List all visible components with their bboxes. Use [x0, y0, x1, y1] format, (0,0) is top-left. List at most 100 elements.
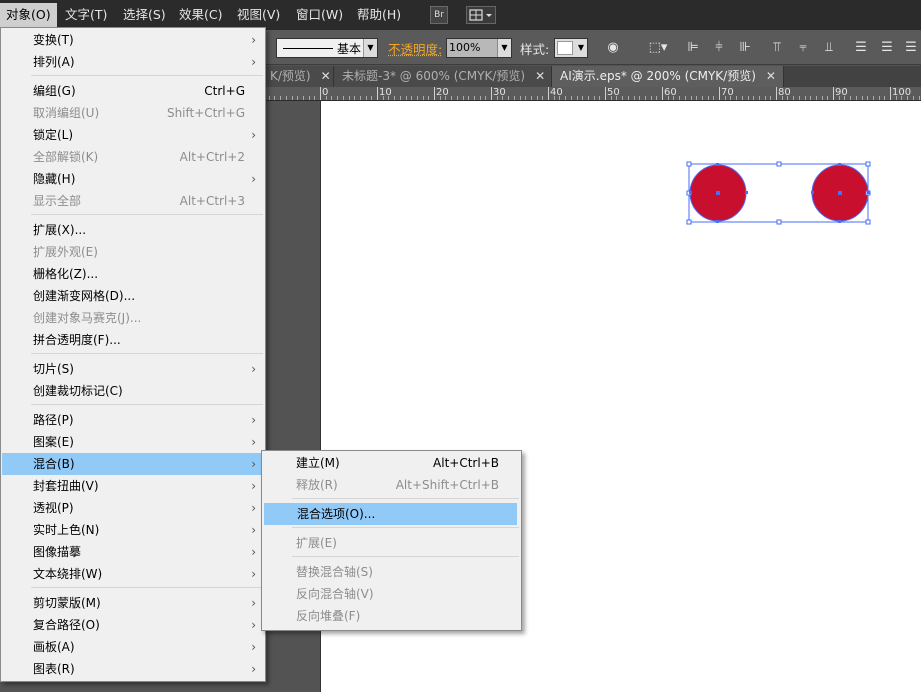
bridge-button[interactable]: Br [430, 6, 448, 24]
object-menu-item[interactable]: 拼合透明度(F)... [2, 329, 264, 351]
ruler-label: 0 [322, 87, 329, 98]
object-menu-item[interactable]: 排列(A) › [2, 51, 264, 73]
blend-menu-item[interactable]: 释放(R) Alt+Shift+Ctrl+B [263, 474, 520, 496]
menu-separator [31, 75, 263, 76]
object-menu-item[interactable]: 隐藏(H) › [2, 168, 264, 190]
chevron-right-icon: › [251, 501, 256, 515]
menu-item-label: 扩展(X)... [33, 223, 87, 237]
menu-separator [31, 214, 263, 215]
stroke-profile-dropdown[interactable]: 基本 ▼ [276, 38, 378, 58]
object-menu-item[interactable]: 透视(P) › [2, 497, 264, 519]
menu-window[interactable]: 窗口(W) [290, 3, 349, 27]
blend-menu-item[interactable]: 建立(M) Alt+Ctrl+B [263, 452, 520, 474]
object-menu-item[interactable]: 混合(B) › [2, 453, 264, 475]
menu-item-label: 释放(R) [296, 478, 338, 492]
opacity-label[interactable]: 不透明度: [388, 39, 442, 58]
object-menu-item[interactable]: 创建渐变网格(D)... [2, 285, 264, 307]
menu-item-label: 创建渐变网格(D)... [33, 289, 136, 303]
style-dropdown[interactable]: ▼ [554, 38, 588, 58]
ruler-major-tick [833, 87, 834, 100]
menu-item-label: 图案(E) [33, 435, 74, 449]
align-to-selection-icon[interactable]: ⬚▾ [644, 39, 672, 57]
align-top-icon[interactable]: ⫪ [768, 39, 786, 57]
chevron-right-icon: › [251, 457, 256, 471]
tab-document-active[interactable]: AI演示.eps* @ 200% (CMYK/预览) ✕ [552, 66, 784, 87]
object-menu-item[interactable]: 剪切蒙版(M) › [2, 592, 264, 614]
menu-view[interactable]: 视图(V) [231, 3, 286, 27]
menu-item-shortcut: Alt+Shift+Ctrl+B [395, 478, 499, 492]
object-menu-item[interactable]: 栅格化(Z)... [2, 263, 264, 285]
distribute-vertical-center-icon[interactable]: ☰ [878, 39, 896, 57]
tab-document-2[interactable]: 未标题-3* @ 600% (CMYK/预览) ✕ [334, 66, 552, 87]
menu-separator [31, 587, 263, 588]
blend-menu-item[interactable]: 替换混合轴(S) [263, 561, 520, 583]
object-menu-item[interactable]: 文本绕排(W) › [2, 563, 264, 585]
menu-type[interactable]: 文字(T) [59, 3, 113, 27]
object-menu-item[interactable]: 全部解锁(K) Alt+Ctrl+2 [2, 146, 264, 168]
object-menu-item[interactable]: 图像描摹 › [2, 541, 264, 563]
object-menu-item[interactable]: 扩展(X)... [2, 219, 264, 241]
ruler-major-tick [548, 87, 549, 100]
object-menu-item[interactable]: 变换(T) › [2, 29, 264, 51]
object-menu-item[interactable]: 显示全部 Alt+Ctrl+3 [2, 190, 264, 212]
menu-item-label: 创建对象马赛克(J)... [33, 311, 142, 325]
object-menu-item[interactable]: 切片(S) › [2, 358, 264, 380]
align-bottom-icon[interactable]: ⫫ [820, 39, 838, 57]
object-menu-item[interactable]: 取消编组(U) Shift+Ctrl+G [2, 102, 264, 124]
menu-item-label: 栅格化(Z)... [33, 267, 99, 281]
object-menu-item[interactable]: 复合路径(O) › [2, 614, 264, 636]
object-menu-item[interactable]: 画板(A) › [2, 636, 264, 658]
chevron-down-icon: ▼ [363, 39, 377, 57]
chevron-right-icon: › [251, 479, 256, 493]
menu-separator [31, 353, 263, 354]
align-vertical-center-icon[interactable]: ⫧ [794, 39, 812, 57]
object-menu-item[interactable]: 路径(P) › [2, 409, 264, 431]
blend-menu-item[interactable]: 反向混合轴(V) [263, 583, 520, 605]
menu-item-label: 图表(R) [33, 662, 75, 676]
document-tab-bar: K/预览) ✕ 未标题-3* @ 600% (CMYK/预览) ✕ AI演示.eps… [262, 66, 921, 87]
align-right-icon[interactable]: ⊪ [736, 39, 754, 57]
menu-effect[interactable]: 效果(C) [173, 3, 228, 27]
menu-select[interactable]: 选择(S) [117, 3, 172, 27]
object-menu-item[interactable]: 创建对象马赛克(J)... [2, 307, 264, 329]
object-menu-item[interactable]: 图案(E) › [2, 431, 264, 453]
menu-item-label: 实时上色(N) [33, 523, 100, 537]
menu-help[interactable]: 帮助(H) [351, 3, 407, 27]
object-menu-item[interactable]: 封套扭曲(V) › [2, 475, 264, 497]
blend-menu-item[interactable]: 扩展(E) [263, 532, 520, 554]
blend-menu-item[interactable]: 反向堆叠(F) [263, 605, 520, 627]
chevron-down-icon: ▼ [497, 39, 511, 57]
object-menu-item[interactable]: 图表(R) › [2, 658, 264, 680]
object-menu-item[interactable]: 锁定(L) › [2, 124, 264, 146]
object-menu-item[interactable]: 实时上色(N) › [2, 519, 264, 541]
align-horizontal-center-icon[interactable]: ⫩ [710, 39, 728, 57]
menu-item-shortcut: Alt+Ctrl+3 [179, 194, 245, 208]
menu-item-label: 拼合透明度(F)... [33, 333, 121, 347]
ruler-label: 30 [493, 87, 506, 98]
close-icon[interactable]: ✕ [321, 69, 331, 83]
menu-item-label: 图像描摹 [33, 545, 82, 559]
recolor-artwork-icon[interactable]: ◉ [604, 39, 622, 57]
distribute-bottom-icon[interactable]: ☰ [902, 39, 920, 57]
chevron-right-icon: › [251, 362, 256, 376]
chevron-right-icon: › [251, 596, 256, 610]
blend-menu-item[interactable]: 混合选项(O)... [264, 503, 517, 525]
ruler-label: 50 [607, 87, 620, 98]
distribute-top-icon[interactable]: ☰ [852, 39, 870, 57]
tab-document-1[interactable]: K/预览) ✕ [262, 66, 334, 87]
menu-separator [292, 556, 519, 557]
menu-object[interactable]: 对象(O) [0, 3, 57, 27]
object-menu-item[interactable]: 编组(G) Ctrl+G [2, 80, 264, 102]
close-icon[interactable]: ✕ [766, 69, 776, 83]
close-icon[interactable]: ✕ [535, 69, 545, 83]
align-left-icon[interactable]: ⊫ [684, 39, 702, 57]
opacity-input[interactable]: 100% ▼ [446, 38, 512, 58]
object-menu-item[interactable]: 扩展外观(E) [2, 241, 264, 263]
arrange-documents-button[interactable] [466, 6, 496, 24]
ruler-label: 10 [379, 87, 392, 98]
chevron-right-icon: › [251, 55, 256, 69]
tab-label: K/预览) [270, 69, 311, 83]
object-menu-item[interactable]: 创建裁切标记(C) [2, 380, 264, 402]
ruler-major-tick [776, 87, 777, 100]
style-swatch [557, 41, 573, 55]
